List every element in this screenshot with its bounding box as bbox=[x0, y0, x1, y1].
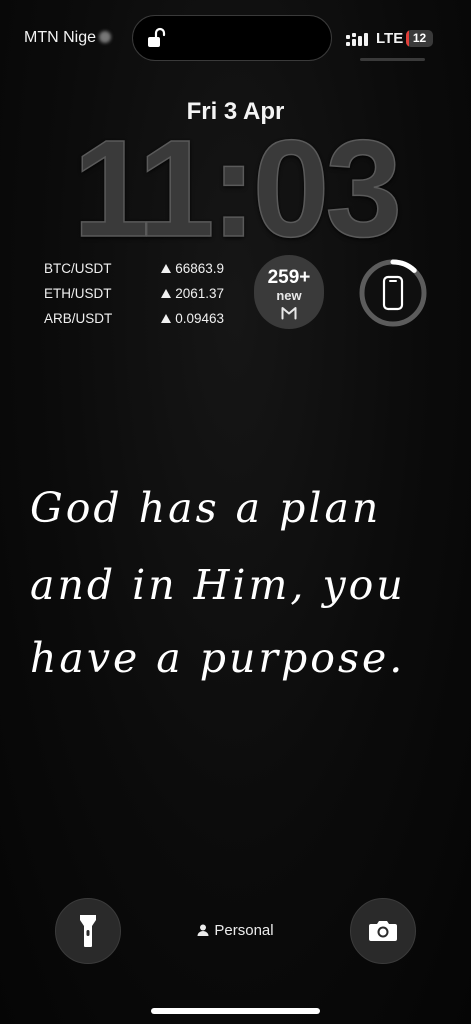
person-icon bbox=[197, 924, 209, 936]
home-indicator[interactable] bbox=[151, 1008, 320, 1014]
battery-icon: 12 bbox=[406, 30, 433, 47]
wallpaper-quote-line: have a purpose. bbox=[30, 634, 406, 682]
camera-button[interactable] bbox=[350, 898, 416, 964]
ticker-price-value: 0.09463 bbox=[175, 311, 224, 326]
up-arrow-icon bbox=[161, 289, 172, 298]
up-arrow-icon bbox=[161, 264, 172, 273]
dynamic-island[interactable] bbox=[132, 15, 332, 61]
network-type: LTE bbox=[376, 30, 404, 47]
unread-count: 259+ bbox=[267, 267, 311, 288]
control-center-handle[interactable] bbox=[360, 58, 425, 61]
battery-ring-widget[interactable] bbox=[358, 258, 428, 328]
ticker-price: 66863.9 bbox=[161, 261, 224, 276]
unlocked-padlock-icon bbox=[148, 27, 166, 47]
carrier-label: MTN Nige bbox=[24, 29, 97, 46]
carrier-name: MTN Nige bbox=[24, 29, 112, 47]
mail-unread-widget[interactable]: 259+ new bbox=[254, 255, 324, 329]
carrier-indicator bbox=[99, 31, 112, 43]
ticker-pair: BTC/USDT bbox=[44, 261, 112, 276]
ticker-row: ETH/USDT 2061.37 bbox=[44, 286, 224, 302]
ticker-row: ARB/USDT 0.09463 bbox=[44, 311, 224, 327]
ticker-price: 2061.37 bbox=[161, 286, 224, 301]
focus-mode-label: Personal bbox=[214, 922, 274, 939]
ticker-price-value: 2061.37 bbox=[175, 286, 224, 301]
ticker-pair: ETH/USDT bbox=[44, 286, 112, 301]
wallpaper-quote-line: and in Him, you bbox=[30, 561, 406, 609]
wallpaper-quote-line: God has a plan bbox=[30, 484, 382, 532]
unread-label: new bbox=[276, 288, 302, 303]
ticker-price-value: 66863.9 bbox=[175, 261, 224, 276]
signal-strength-icon bbox=[346, 33, 368, 46]
ticker-row: BTC/USDT 66863.9 bbox=[44, 261, 224, 277]
lockscreen-clock[interactable]: 11:03 bbox=[0, 119, 471, 259]
gmail-icon bbox=[281, 307, 297, 320]
camera-icon bbox=[369, 921, 397, 941]
ticker-pair: ARB/USDT bbox=[44, 311, 113, 326]
up-arrow-icon bbox=[161, 314, 172, 323]
battery-level: 12 bbox=[412, 31, 427, 45]
ticker-price: 0.09463 bbox=[161, 311, 224, 326]
